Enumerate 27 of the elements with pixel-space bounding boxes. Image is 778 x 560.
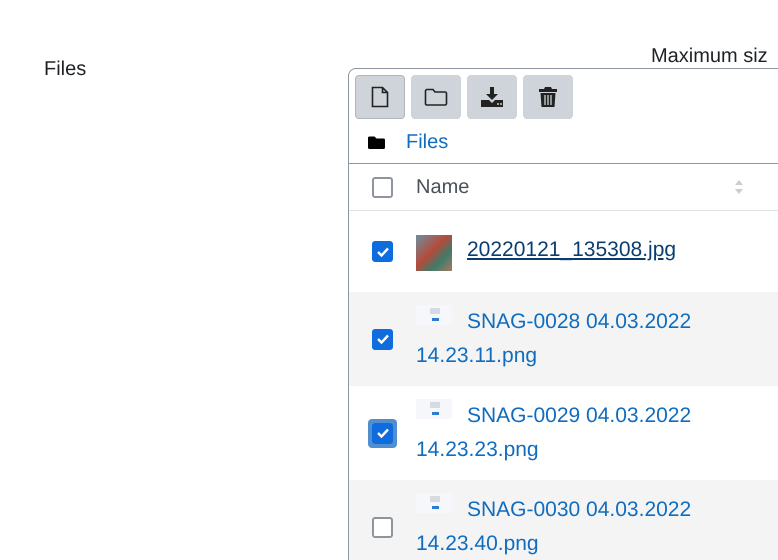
folder-icon — [424, 88, 448, 106]
screenshot-thumbnail — [416, 305, 452, 325]
file-link[interactable]: 20220121_135308.jpg — [416, 232, 726, 270]
row-checkbox[interactable] — [372, 516, 393, 538]
row-checkbox[interactable] — [372, 328, 393, 350]
photo-thumbnail — [416, 234, 452, 270]
folder-icon — [368, 136, 385, 150]
select-all-checkbox[interactable] — [372, 176, 393, 198]
file-link[interactable]: SNAG-0029 04.03.2022 14.23.23.png — [416, 399, 726, 467]
max-size-note: Maximum siz — [651, 45, 768, 67]
download-icon — [480, 86, 504, 108]
field-label: Files — [44, 58, 86, 80]
screenshot-thumbnail — [416, 493, 452, 513]
row-checkbox[interactable] — [372, 241, 393, 262]
create-folder-button[interactable] — [411, 75, 461, 119]
column-header[interactable]: Name — [416, 176, 470, 198]
screenshot-thumbnail — [416, 399, 452, 419]
row-checkbox[interactable] — [372, 422, 393, 444]
trash-icon — [539, 86, 557, 108]
download-button[interactable] — [467, 75, 517, 119]
add-file-button[interactable] — [355, 75, 405, 119]
check-icon — [376, 427, 390, 439]
delete-button[interactable] — [523, 75, 573, 119]
check-icon — [376, 246, 390, 258]
breadcrumb-link[interactable]: Files — [406, 131, 448, 154]
check-icon — [376, 333, 390, 345]
file-icon — [371, 86, 389, 108]
